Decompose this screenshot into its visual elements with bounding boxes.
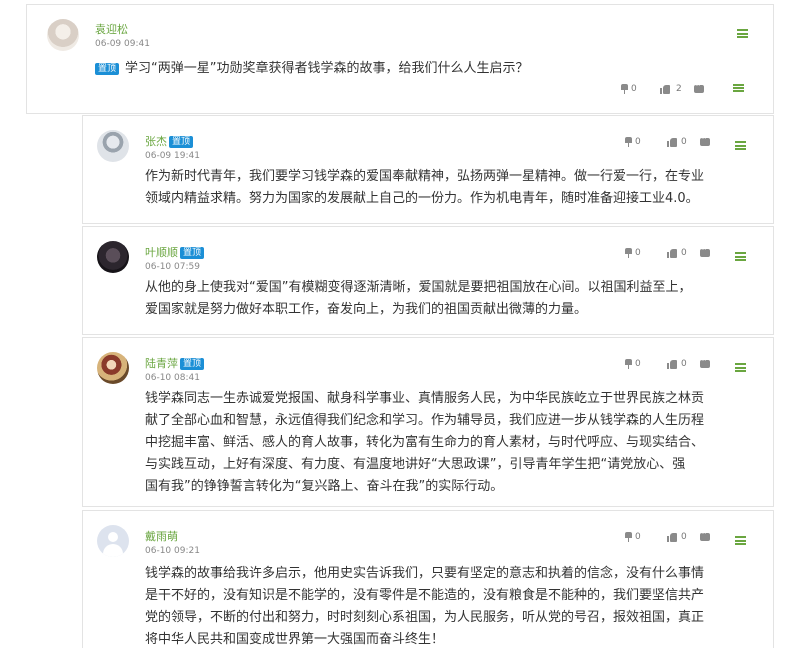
pin-count: 0 <box>631 84 637 94</box>
reply-content: 从他的身上使我对“爱国”有模糊变得逐渐清晰，爱国就是要把祖国放在心间。以祖国利益… <box>145 277 691 321</box>
reply-content: 钱学森同志一生赤诚爱党报国、献身科学事业、真情服务人民，为中华民族屹立于世界民族… <box>145 388 704 498</box>
like-stat[interactable]: 0 <box>667 359 687 369</box>
comment-stat[interactable] <box>700 134 712 146</box>
thumbs-up-icon <box>660 84 670 94</box>
menu-icon[interactable] <box>735 363 746 372</box>
content-line: 作为新时代青年，我们要学习钱学森的爱国奉献精神，弘扬两弹一星精神。做一行爱一行，… <box>145 169 705 184</box>
thumbs-up-icon <box>667 532 677 542</box>
author-name-text[interactable]: 叶顺顺 <box>145 246 178 259</box>
pinned-badge: 置顶 <box>180 247 205 259</box>
menu-icon[interactable] <box>735 536 746 545</box>
content-line: 钱学森同志一生赤诚爱党报国、献身科学事业、真情服务人民，为中华民族屹立于世界民族… <box>145 391 705 406</box>
post-time: 06-10 08:41 <box>145 373 200 383</box>
author-name-text[interactable]: 陆青萍 <box>145 357 178 370</box>
author-name: 张杰 置顶 <box>145 133 194 149</box>
reply-card: 张杰置顶 06-09 19:41 0 0 作为新时代青年，我们要学习钱学森的爱国… <box>82 115 774 224</box>
like-count: 0 <box>681 248 687 258</box>
post-time: 06-10 07:59 <box>145 262 200 272</box>
pin-stat[interactable]: 0 <box>620 84 637 94</box>
thumbs-up-icon <box>667 248 677 258</box>
author-name-text[interactable]: 张杰 <box>145 135 167 148</box>
menu-icon[interactable] <box>735 252 746 261</box>
like-stat[interactable]: 0 <box>667 532 687 542</box>
comment-stat[interactable] <box>700 245 712 257</box>
avatar[interactable] <box>47 19 79 51</box>
comment-icon[interactable] <box>694 81 704 93</box>
sort-icon[interactable] <box>733 84 744 95</box>
pin-count: 0 <box>635 248 641 258</box>
comment-stat[interactable] <box>700 356 712 368</box>
post-time: 06-09 09:41 <box>95 39 150 49</box>
avatar[interactable] <box>97 241 129 273</box>
thumbs-up-icon <box>667 137 677 147</box>
thumbs-up-icon <box>667 359 677 369</box>
comment-stat[interactable] <box>700 529 712 541</box>
pin-stat[interactable]: 0 <box>624 359 641 369</box>
content-line: 从他的身上使我对“爱国”有模糊变得逐渐清晰，爱国就是要把祖国放在心间。以祖国利益… <box>145 280 692 295</box>
post-time: 06-09 19:41 <box>145 151 200 161</box>
pin-icon <box>620 84 629 94</box>
reply-card: 戴雨萌 06-10 09:21 0 0 钱学森的故事给我许多启示，他用史实告诉我… <box>82 510 774 648</box>
reply-card: 陆青萍置顶 06-10 08:41 0 0 钱学森同志一生赤诚爱党报国、献身科学… <box>82 337 774 507</box>
menu-icon[interactable] <box>737 29 748 38</box>
reply-content: 作为新时代青年，我们要学习钱学森的爱国奉献精神，弘扬两弹一星精神。做一行爱一行，… <box>145 166 704 210</box>
post-title-text: 学习“两弹一星”功勋奖章获得者钱学森的故事，给我们什么人生启示？ <box>125 61 529 76</box>
like-count: 0 <box>681 532 687 542</box>
comment-stat[interactable] <box>694 81 706 93</box>
like-stat[interactable]: 0 <box>667 137 687 147</box>
author-name: 陆青萍 置顶 <box>145 355 205 371</box>
menu-icon[interactable] <box>735 141 746 150</box>
like-count: 2 <box>676 84 682 94</box>
content-line: 钱学森的故事给我许多启示，他用史实告诉我们，只要有坚定的意志和执着的信念，没有什… <box>145 566 705 581</box>
pin-icon <box>624 137 633 147</box>
pinned-badge: 置顶 <box>180 358 205 370</box>
pinned-badge: 置顶 <box>95 63 120 75</box>
pin-count: 0 <box>635 532 641 542</box>
like-count: 0 <box>681 137 687 147</box>
content-line: 党的领导，不断的付出和努力，时时刻刻心系祖国，为人民服务，听从党的号召，报效祖国… <box>145 610 705 625</box>
like-count: 0 <box>681 359 687 369</box>
pin-icon <box>624 359 633 369</box>
like-stat[interactable]: 0 <box>667 248 687 258</box>
main-post-card: 袁迎松 06-09 09:41 置顶 学习“两弹一星”功勋奖章获得者钱学森的故事，… <box>26 4 774 114</box>
content-line: 献了全部心血和智慧，永远值得我们纪念和学习。作为辅导员，我们应进一步从钱学森的人… <box>145 413 705 428</box>
pin-icon <box>624 248 633 258</box>
content-line: 与实践互动，上好有深度、有力度、有温度地讲好“大思政课”，引导青年学生把“请党放… <box>145 457 686 472</box>
pin-count: 0 <box>635 137 641 147</box>
author-name: 叶顺顺 置顶 <box>145 244 205 260</box>
author-name[interactable]: 袁迎松 <box>95 21 128 37</box>
pin-stat[interactable]: 0 <box>624 248 641 258</box>
content-line: 是干不好的，没有知识是不能学的，没有零件是不能造的，没有粮食是不能种的，我们要坚… <box>145 588 705 603</box>
pin-icon <box>624 532 633 542</box>
pinned-badge: 置顶 <box>169 136 194 148</box>
pin-stat[interactable]: 0 <box>624 137 641 147</box>
comment-icon[interactable] <box>700 134 710 146</box>
avatar[interactable] <box>97 525 129 557</box>
pin-stat[interactable]: 0 <box>624 532 641 542</box>
avatar[interactable] <box>97 352 129 384</box>
content-line: 国有我”的铮铮誓言转化为“复兴路上、奋斗在我”的实际行动。 <box>145 479 504 494</box>
author-name[interactable]: 戴雨萌 <box>145 528 178 544</box>
like-stat[interactable]: 2 <box>660 84 682 94</box>
post-title: 置顶 学习“两弹一星”功勋奖章获得者钱学森的故事，给我们什么人生启示？ <box>95 57 529 76</box>
pin-count: 0 <box>635 359 641 369</box>
avatar[interactable] <box>97 130 129 162</box>
reply-card: 叶顺顺置顶 06-10 07:59 0 0 从他的身上使我对“爱国”有模糊变得逐… <box>82 226 774 335</box>
reply-content: 钱学森的故事给我许多启示，他用史实告诉我们，只要有坚定的意志和执着的信念，没有什… <box>145 563 704 648</box>
content-line: 将中华人民共和国变成世界第一大强国而奋斗终生！ <box>145 632 445 647</box>
content-line: 中挖掘丰富、鲜活、感人的育人故事，转化为富有生命力的育人素材，与时代呼应、与现实… <box>145 435 705 450</box>
comment-icon[interactable] <box>700 529 710 541</box>
post-time: 06-10 09:21 <box>145 546 200 556</box>
content-line: 领域内精益求精。努力为国家的发展献上自己的一份力。作为机电青年，随时准备迎接工业… <box>145 191 699 206</box>
comment-icon[interactable] <box>700 245 710 257</box>
content-line: 爱国家就是努力做好本职工作，奋发向上，为我们的祖国贡献出微薄的力量。 <box>145 302 588 317</box>
comment-icon[interactable] <box>700 356 710 368</box>
